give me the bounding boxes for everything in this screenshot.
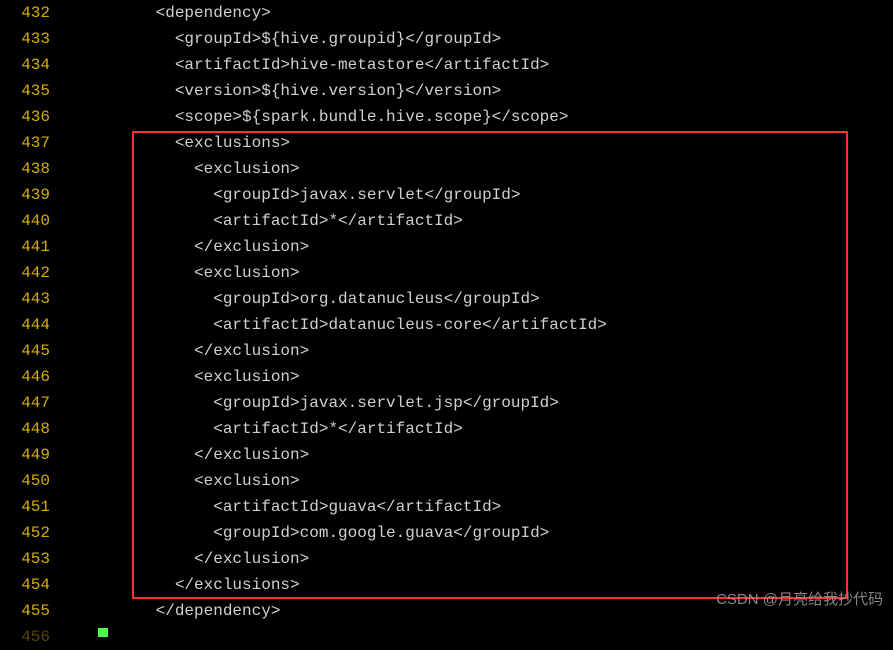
line-number: 436 bbox=[0, 104, 54, 130]
cursor bbox=[98, 628, 108, 637]
line-number: 450 bbox=[0, 468, 54, 494]
line-number: 433 bbox=[0, 26, 54, 52]
code-line: <artifactId>*</artifactId> bbox=[54, 208, 893, 234]
line-number: 439 bbox=[0, 182, 54, 208]
line-number: 449 bbox=[0, 442, 54, 468]
code-line: <artifactId>guava</artifactId> bbox=[54, 494, 893, 520]
code-line: </exclusion> bbox=[54, 546, 893, 572]
line-number: 441 bbox=[0, 234, 54, 260]
code-line: <dependency> bbox=[54, 0, 893, 26]
line-number: 443 bbox=[0, 286, 54, 312]
line-number: 452 bbox=[0, 520, 54, 546]
code-line: <groupId>javax.servlet.jsp</groupId> bbox=[54, 390, 893, 416]
line-number: 435 bbox=[0, 78, 54, 104]
line-number: 442 bbox=[0, 260, 54, 286]
line-number: 447 bbox=[0, 390, 54, 416]
code-line: <scope>${spark.bundle.hive.scope}</scope… bbox=[54, 104, 893, 130]
line-number: 440 bbox=[0, 208, 54, 234]
line-number: 453 bbox=[0, 546, 54, 572]
code-line: <artifactId>datanucleus-core</artifactId… bbox=[54, 312, 893, 338]
code-line: </exclusion> bbox=[54, 234, 893, 260]
code-line: <groupId>org.datanucleus</groupId> bbox=[54, 286, 893, 312]
code-line: <exclusion> bbox=[54, 156, 893, 182]
code-line: <exclusion> bbox=[54, 364, 893, 390]
code-line: <groupId>javax.servlet</groupId> bbox=[54, 182, 893, 208]
line-number: 454 bbox=[0, 572, 54, 598]
code-line bbox=[54, 624, 893, 637]
code-line: <exclusion> bbox=[54, 260, 893, 286]
line-number-gutter: 4324334344354364374384394404414424434444… bbox=[0, 0, 54, 650]
code-line: <artifactId>hive-metastore</artifactId> bbox=[54, 52, 893, 78]
code-line: <artifactId>*</artifactId> bbox=[54, 416, 893, 442]
code-line: <groupId>${hive.groupid}</groupId> bbox=[54, 26, 893, 52]
line-number: 446 bbox=[0, 364, 54, 390]
line-number: 445 bbox=[0, 338, 54, 364]
line-number: 437 bbox=[0, 130, 54, 156]
line-number: 455 bbox=[0, 598, 54, 624]
code-line: <exclusions> bbox=[54, 130, 893, 156]
code-line: <version>${hive.version}</version> bbox=[54, 78, 893, 104]
code-line: </exclusion> bbox=[54, 338, 893, 364]
code-content-area: <dependency> <groupId>${hive.groupid}</g… bbox=[54, 0, 893, 650]
code-line: <groupId>com.google.guava</groupId> bbox=[54, 520, 893, 546]
line-number: 434 bbox=[0, 52, 54, 78]
line-number: 438 bbox=[0, 156, 54, 182]
code-line: <exclusion> bbox=[54, 468, 893, 494]
line-number: 444 bbox=[0, 312, 54, 338]
line-number: 456 bbox=[0, 624, 54, 650]
code-line: </exclusion> bbox=[54, 442, 893, 468]
csdn-watermark: CSDN @月亮给我抄代码 bbox=[716, 587, 883, 613]
line-number: 432 bbox=[0, 0, 54, 26]
line-number: 448 bbox=[0, 416, 54, 442]
code-editor-view: 4324334344354364374384394404414424434444… bbox=[0, 0, 893, 650]
line-number: 451 bbox=[0, 494, 54, 520]
